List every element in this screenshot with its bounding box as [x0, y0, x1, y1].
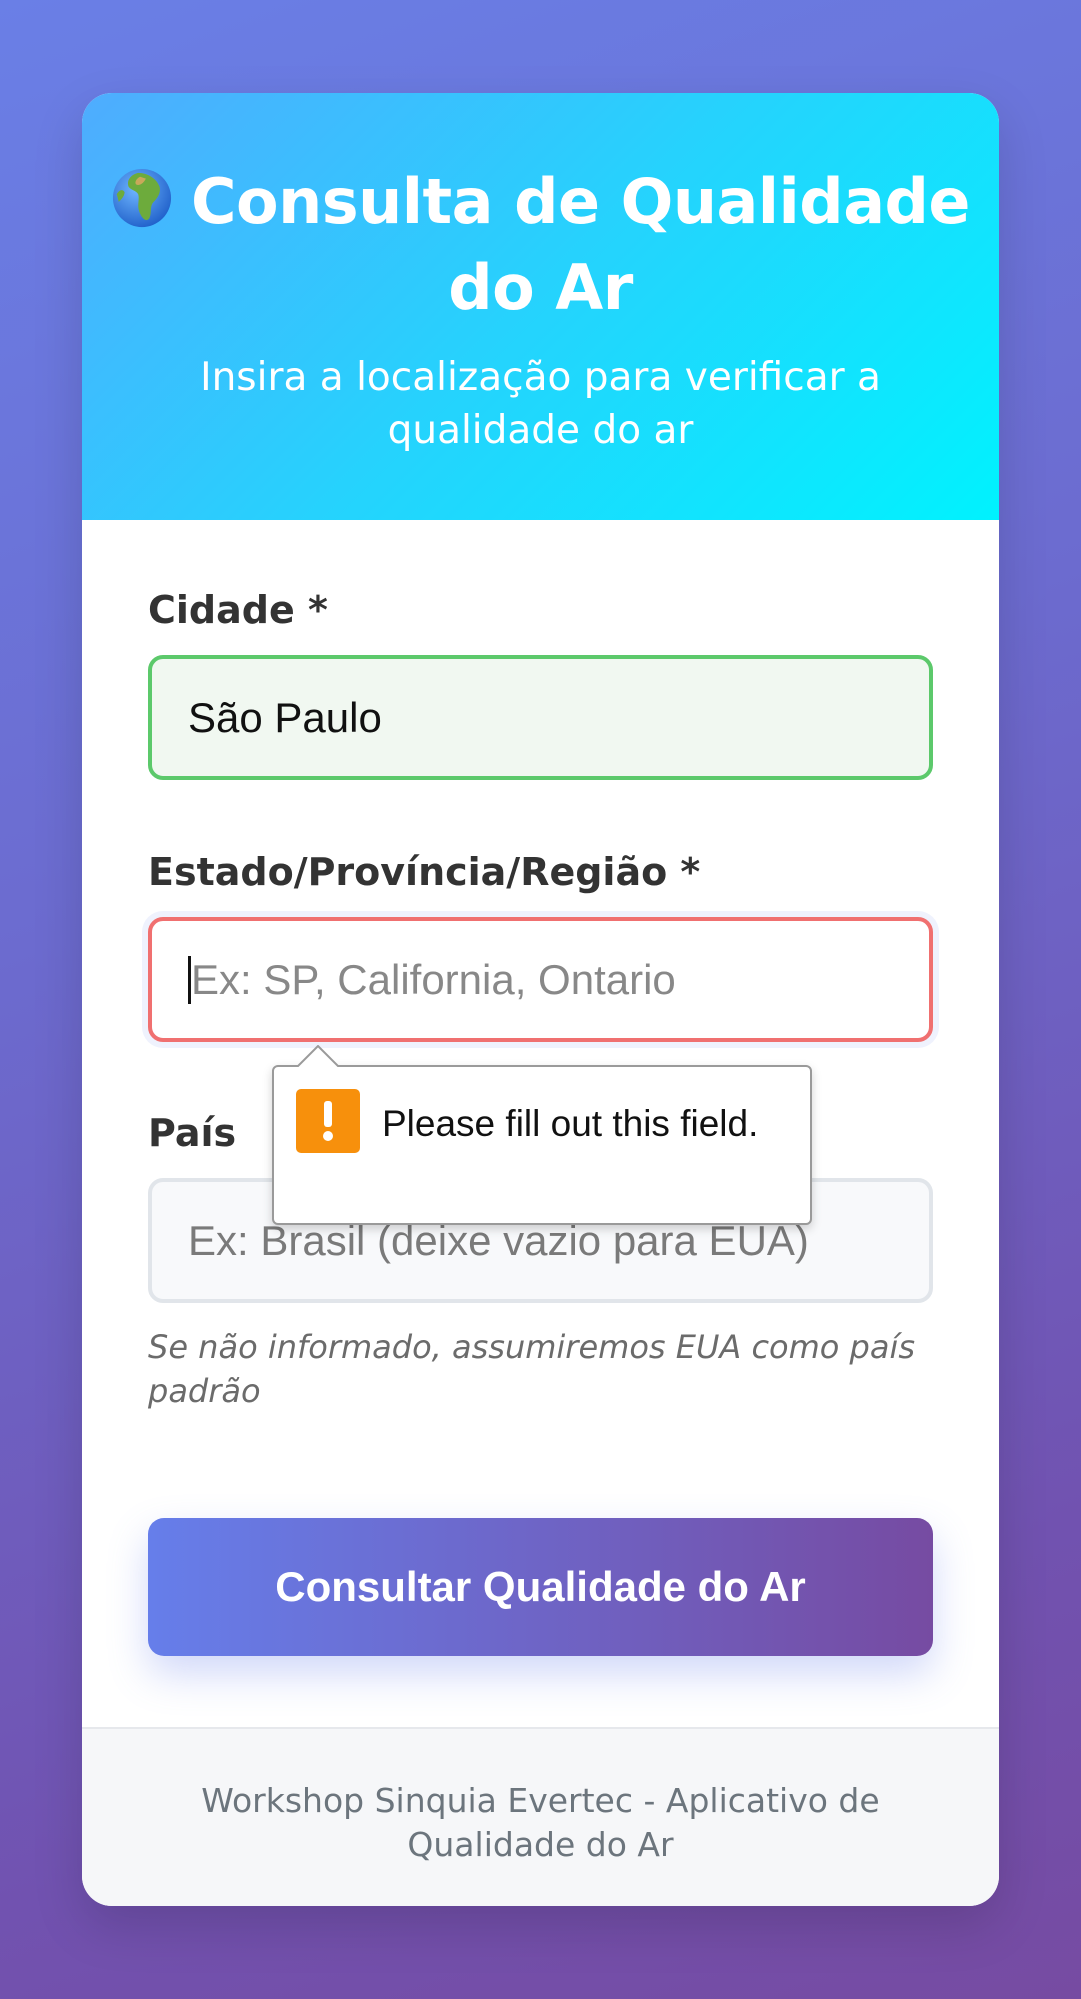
- footer-text: Workshop Sinquia Evertec - Aplicativo de…: [201, 1781, 880, 1864]
- city-input-value: São Paulo: [188, 693, 382, 741]
- city-input[interactable]: São Paulo: [148, 655, 933, 780]
- state-input-placeholder: Ex: SP, California, Ontario: [191, 955, 676, 1003]
- warning-icon: [296, 1089, 360, 1153]
- validation-tooltip: Please fill out this field.: [272, 1045, 812, 1225]
- page-title: Consulta de Qualidade do Ar: [82, 159, 999, 331]
- country-label: País: [148, 1111, 237, 1155]
- validation-message: Please fill out this field.: [382, 1103, 759, 1144]
- country-hint: Se não informado, assumiremos EUA como p…: [148, 1328, 916, 1410]
- header: Consulta de Qualidade do Ar Insira a loc…: [82, 93, 999, 520]
- page-subtitle: Insira a localização para verificar a qu…: [200, 355, 881, 453]
- form-card: Consulta de Qualidade do Ar Insira a loc…: [82, 93, 999, 1906]
- submit-button[interactable]: Consultar Qualidade do Ar: [148, 1518, 933, 1656]
- state-input[interactable]: Ex: SP, California, Ontario: [148, 917, 933, 1042]
- state-label: Estado/Província/Região *: [148, 850, 701, 894]
- globe-africa-icon: [112, 168, 172, 228]
- city-label: Cidade *: [148, 588, 328, 632]
- footer: Workshop Sinquia Evertec - Aplicativo de…: [82, 1727, 999, 1906]
